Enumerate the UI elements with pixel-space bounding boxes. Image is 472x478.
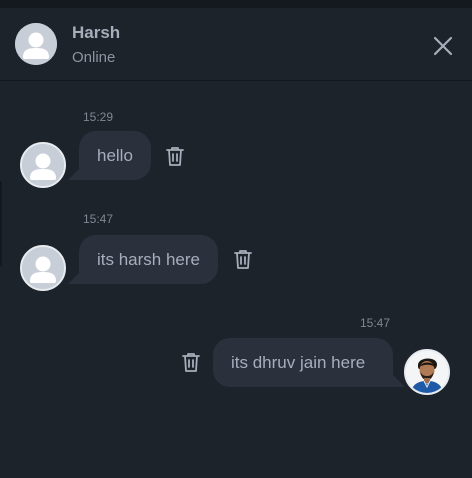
close-icon: [433, 36, 453, 56]
message-time: 15:47: [360, 316, 391, 330]
contact-name: Harsh: [72, 23, 121, 42]
chat-header: Harsh Online: [0, 8, 472, 81]
own-avatar[interactable]: [404, 349, 450, 395]
message-bubble: its harsh here: [79, 235, 218, 284]
user-photo-icon: [406, 351, 448, 393]
user-icon: [15, 23, 57, 65]
user-icon: [22, 247, 64, 289]
message-bubble: hello: [79, 131, 151, 180]
message-time: 15:29: [83, 110, 114, 124]
sender-avatar[interactable]: [20, 142, 66, 188]
user-icon: [22, 144, 64, 186]
trash-icon: [182, 353, 200, 372]
delete-message-button[interactable]: [180, 351, 202, 373]
delete-message-button[interactable]: [164, 145, 186, 167]
divider: [0, 181, 2, 266]
trash-icon: [166, 147, 184, 166]
contact-status: Online: [72, 49, 116, 66]
sender-avatar[interactable]: [20, 245, 66, 291]
chat-window: Harsh Online 15:29 hello 15:47 its harsh…: [0, 0, 472, 478]
message-bubble: its dhruv jain here: [213, 338, 393, 387]
contact-avatar[interactable]: [15, 23, 57, 65]
close-button[interactable]: [431, 34, 455, 58]
bubble-tail: [393, 375, 405, 387]
trash-icon: [234, 250, 252, 269]
message-time: 15:47: [83, 212, 114, 226]
delete-message-button[interactable]: [232, 248, 254, 270]
